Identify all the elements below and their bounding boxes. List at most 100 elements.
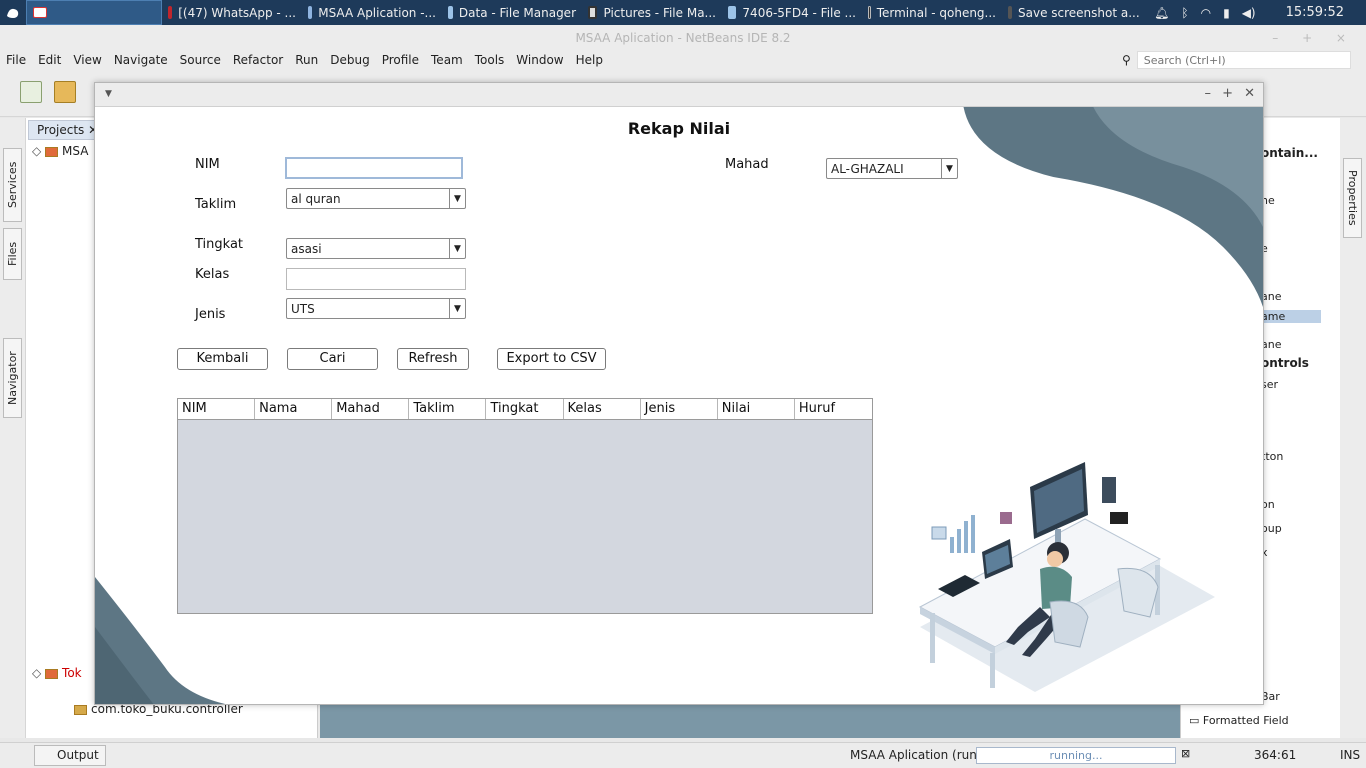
nim-input[interactable] (285, 157, 463, 179)
status-bar: Output MSAA Aplication (run) running... … (0, 742, 1366, 768)
start-menu-icon[interactable] (0, 0, 26, 25)
menu-profile[interactable]: Profile (382, 53, 419, 67)
rekap-table[interactable]: NIM Nama Mahad Taklim Tingkat Kelas Jeni… (177, 398, 873, 614)
menu-refactor[interactable]: Refactor (233, 53, 283, 67)
minimize-icon[interactable]: – (1205, 86, 1212, 101)
palette-item-formatted-field[interactable]: ▭ Formatted Field (1189, 714, 1289, 727)
bluetooth-icon[interactable]: ᛒ (1181, 6, 1188, 20)
new-project-icon[interactable] (54, 81, 76, 103)
taskbar-item-screenshot[interactable]: Save screenshot a... (1002, 0, 1142, 25)
menu-file[interactable]: File (6, 53, 26, 67)
column-header-kelas[interactable]: Kelas (564, 399, 641, 419)
column-header-taklim[interactable]: Taklim (409, 399, 487, 419)
stop-icon[interactable]: ⊠ (1181, 747, 1190, 760)
project-toko[interactable]: ◇ Tok (32, 666, 82, 680)
palette-item[interactable]: oup (1261, 522, 1282, 535)
taklim-select[interactable]: al quran ▼ (286, 188, 466, 209)
page-title: Rekap Nilai (627, 119, 731, 138)
app-title-bar: ▼ – + ✕ (95, 83, 1263, 107)
maximize-icon[interactable]: + (1222, 86, 1233, 101)
folder-icon (728, 6, 737, 19)
column-header-nilai[interactable]: Nilai (718, 399, 795, 419)
search-icon[interactable]: ⚲ (1122, 53, 1131, 67)
caret-position: 364:61 (1254, 748, 1297, 762)
menu-run[interactable]: Run (295, 53, 318, 67)
package-icon (74, 704, 87, 715)
clock[interactable]: 15:59:52 (1286, 5, 1344, 20)
kelas-label: Kelas (195, 267, 230, 282)
menu-view[interactable]: View (73, 53, 101, 67)
coffee-cup-icon (45, 668, 59, 679)
taskbar-item-terminal[interactable]: Terminal - qoheng... (862, 0, 1002, 25)
refresh-button[interactable]: Refresh (397, 348, 469, 370)
menu-window[interactable]: Window (516, 53, 563, 67)
menu-team[interactable]: Team (431, 53, 463, 67)
export-csv-button[interactable]: Export to CSV (497, 348, 606, 370)
battery-icon[interactable]: ▮ (1223, 6, 1230, 20)
wifi-icon[interactable]: ◠ (1201, 6, 1211, 20)
taskbar-item-pictures[interactable]: Pictures - File Ma... (582, 0, 722, 25)
netbeans-icon (308, 6, 313, 19)
close-icon[interactable]: ✕ (1244, 86, 1255, 101)
jenis-select[interactable]: UTS ▼ (286, 298, 466, 319)
menu-source[interactable]: Source (180, 53, 221, 67)
palette-item[interactable]: ane (1261, 290, 1281, 303)
volume-icon[interactable]: ◀) (1242, 6, 1256, 20)
cari-button[interactable]: Cari (287, 348, 378, 370)
ide-title-bar: MSAA Aplication - NetBeans IDE 8.2 – + × (0, 25, 1366, 49)
ide-window-controls[interactable]: – + × (1272, 25, 1356, 51)
tingkat-label: Tingkat (195, 237, 244, 252)
taskbar-item-netbeans[interactable]: MSAA Aplication -... (302, 0, 442, 25)
navigator-tab[interactable]: Navigator (3, 338, 22, 418)
taskbar-item-whatsapp[interactable]: [(47) WhatsApp - ... (162, 0, 302, 25)
kelas-input[interactable] (286, 268, 466, 290)
taskbar-active-java-app[interactable] (26, 0, 162, 25)
rekap-nilai-window: ▼ – + ✕ Rekap Nilai NIM Taklim al quran … (94, 82, 1264, 705)
tingkat-select[interactable]: asasi ▼ (286, 238, 466, 259)
jenis-label: Jenis (195, 307, 226, 322)
output-tab[interactable]: Output (34, 745, 106, 766)
files-tab[interactable]: Files (3, 228, 22, 280)
left-sidebar-strip: Services Files Navigator (0, 118, 26, 738)
kembali-button[interactable]: Kembali (177, 348, 268, 370)
column-header-jenis[interactable]: Jenis (641, 399, 718, 419)
column-header-tingkat[interactable]: Tingkat (486, 399, 564, 419)
chevron-down-icon: ▼ (449, 239, 465, 258)
terminal-icon (868, 6, 871, 19)
window-menu-icon[interactable]: ▼ (105, 89, 112, 99)
column-header-nama[interactable]: Nama (255, 399, 333, 419)
new-file-icon[interactable] (20, 81, 42, 103)
workspace-illustration (918, 462, 1215, 692)
nim-label: NIM (195, 157, 220, 172)
chevron-down-icon: ▼ (449, 189, 465, 208)
folder-icon (448, 6, 453, 19)
menu-navigate[interactable]: Navigate (114, 53, 168, 67)
formatted-field-icon: ▭ (1189, 714, 1203, 727)
camera-icon (1008, 6, 1012, 19)
palette-category: ontain... (1261, 146, 1318, 160)
menu-edit[interactable]: Edit (38, 53, 61, 67)
run-label: MSAA Aplication (run) (850, 748, 982, 762)
palette-item[interactable]: ane (1261, 338, 1281, 351)
run-progress: running... (976, 747, 1176, 764)
project-msaa[interactable]: ◇ MSA (32, 144, 88, 158)
menu-tools[interactable]: Tools (475, 53, 505, 67)
menu-bar: File Edit View Navigate Source Refactor … (0, 49, 1366, 71)
menu-debug[interactable]: Debug (330, 53, 369, 67)
coffee-cup-icon (45, 146, 59, 157)
ide-search: ⚲ (1122, 51, 1362, 69)
menu-help[interactable]: Help (576, 53, 603, 67)
mahad-select[interactable]: AL-GHAZALI ▼ (826, 158, 958, 179)
chevron-down-icon: ▼ (941, 159, 957, 178)
column-header-huruf[interactable]: Huruf (795, 399, 872, 419)
services-tab[interactable]: Services (3, 148, 22, 222)
column-header-mahad[interactable]: Mahad (332, 399, 410, 419)
ide-search-input[interactable] (1136, 51, 1351, 69)
column-header-nim[interactable]: NIM (178, 399, 256, 419)
taskbar-item-data-files[interactable]: Data - File Manager (442, 0, 582, 25)
properties-tab[interactable]: Properties (1343, 158, 1362, 238)
bell-icon[interactable]: 🔔︎ (1154, 6, 1169, 20)
taskbar-item-drive[interactable]: 7406-5FD4 - File ... (722, 0, 862, 25)
palette-item[interactable]: tton (1261, 450, 1283, 463)
opera-icon (168, 6, 173, 19)
